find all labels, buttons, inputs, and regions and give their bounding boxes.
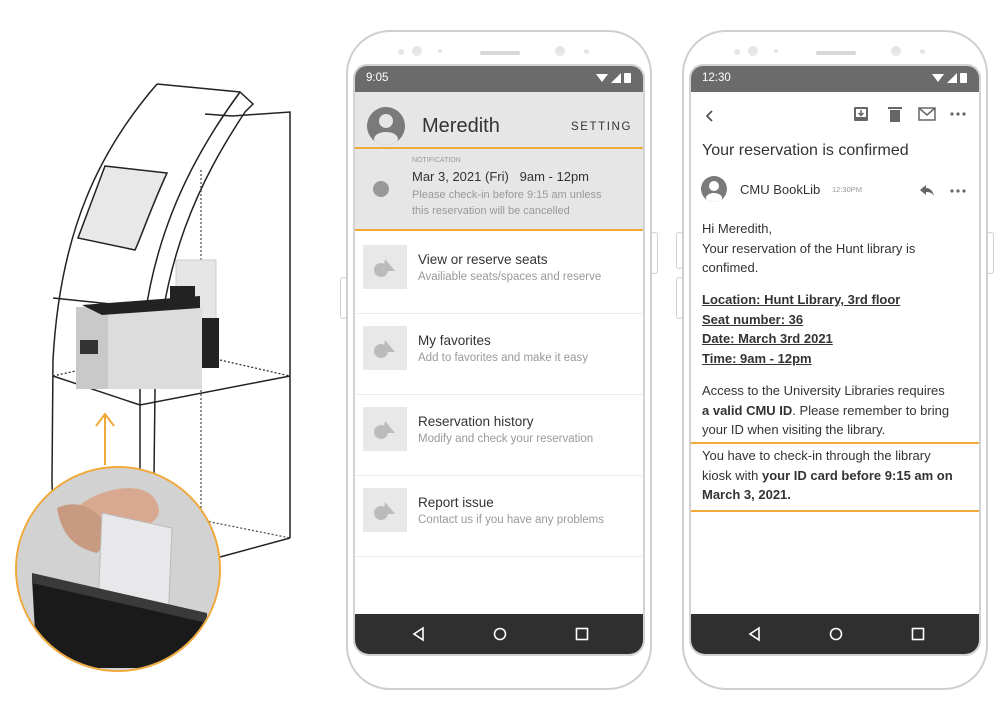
home-nav-icon[interactable] — [828, 626, 844, 642]
android-nav-bar — [691, 614, 979, 654]
checkin-paragraph: You have to check-in through the library… — [702, 446, 953, 505]
checkin-line: You have to check-in through the library — [702, 448, 931, 463]
wifi-icon — [596, 73, 608, 82]
email-subject: Your reservation is confirmed — [702, 142, 909, 159]
email-intro: Hi Meredith, Your reservation of the Hun… — [702, 219, 915, 278]
menu-item-subtitle: Contact us if you have any problems — [418, 514, 605, 526]
shapes-icon — [374, 502, 395, 520]
access-paragraph: Access to the University Libraries requi… — [702, 381, 949, 440]
back-nav-icon[interactable] — [411, 626, 427, 642]
detail-time: Time: 9am - 12pm — [702, 350, 812, 366]
user-avatar-icon[interactable] — [367, 107, 405, 145]
menu-item-report-issue[interactable]: Report issue Contact us if you have any … — [355, 475, 643, 557]
status-time: 12:30 — [702, 72, 731, 84]
notification-card[interactable]: NOTIFICATION Mar 3, 2021 (Fri) 9am - 12p… — [355, 147, 643, 231]
checkin-line: kiosk with — [702, 467, 762, 483]
battery-icon — [960, 73, 967, 83]
shapes-icon — [374, 259, 395, 277]
shapes-icon — [374, 340, 395, 358]
email-screen: 12:30 Your reservation is confirmed CMU … — [689, 64, 981, 656]
access-line: . Please remember to bring — [792, 402, 950, 418]
message-more-icon[interactable] — [950, 189, 966, 193]
more-options-icon[interactable] — [950, 112, 966, 116]
notification-title: Mar 3, 2021 (Fri) 9am - 12pm — [412, 169, 589, 184]
greeting: Hi Meredith, — [702, 221, 773, 236]
android-nav-bar — [355, 614, 643, 654]
recents-nav-icon[interactable] — [910, 626, 926, 642]
card-swipe-photo — [17, 468, 219, 670]
notification-label: NOTIFICATION — [412, 157, 461, 164]
back-arrow-icon[interactable] — [705, 109, 715, 123]
menu-item-reservation-history[interactable]: Reservation history Modify and check you… — [355, 394, 643, 476]
card-reader-closeup — [15, 466, 221, 672]
menu-item-view-reserve-seats[interactable]: View or reserve seats Availiable seats/s… — [355, 232, 643, 314]
signal-icon — [947, 72, 957, 83]
user-name: Meredith — [422, 115, 500, 137]
intro-line: confimed. — [702, 260, 759, 275]
menu-item-my-favorites[interactable]: My favorites Add to favorites and make i… — [355, 313, 643, 395]
menu-item-subtitle: Availiable seats/spaces and reserve — [418, 271, 602, 283]
app-header: Meredith SETTING — [355, 92, 643, 147]
trash-icon[interactable] — [888, 106, 902, 122]
archive-icon[interactable] — [853, 106, 869, 122]
mail-icon[interactable] — [918, 107, 936, 121]
menu-item-title: Report issue — [418, 495, 494, 510]
sender-name: CMU BookLib — [740, 182, 821, 197]
access-bold: a valid CMU ID — [702, 402, 793, 418]
sender-avatar-icon — [701, 176, 727, 202]
detail-location: Location: Hunt Library, 3rd floor — [702, 292, 901, 307]
shapes-icon — [374, 421, 395, 439]
status-bar: 12:30 — [691, 66, 979, 92]
app-screen: 9:05 Meredith SETTING NOTIFICATION Mar 3… — [353, 64, 645, 656]
back-nav-icon[interactable] — [747, 626, 763, 642]
battery-icon — [624, 73, 631, 83]
checkin-bold: your ID card before 9:15 am on — [761, 467, 953, 483]
status-bar: 9:05 — [355, 66, 643, 92]
access-line: Access to the University Libraries requi… — [702, 383, 945, 398]
recents-nav-icon[interactable] — [574, 626, 590, 642]
menu-item-title: View or reserve seats — [418, 252, 548, 267]
notification-message-1: Please check-in before 9:15 am unless — [412, 189, 602, 201]
notification-dot-icon — [373, 181, 389, 197]
menu-item-title: My favorites — [418, 333, 491, 348]
menu-item-subtitle: Add to favorites and make it easy — [418, 352, 589, 364]
signal-icon — [611, 72, 621, 83]
detail-seat: Seat number: 36 — [702, 311, 804, 327]
sent-time: 12:30PM — [832, 185, 863, 194]
checkin-bold: March 3, 2021. — [702, 487, 791, 502]
intro-line: Your reservation of the Hunt library is — [702, 240, 916, 256]
setting-button[interactable]: SETTING — [571, 121, 632, 133]
menu-item-title: Reservation history — [418, 414, 534, 429]
status-time: 9:05 — [366, 72, 389, 84]
menu-item-subtitle: Modify and check your reservation — [418, 433, 594, 445]
wifi-icon — [932, 73, 944, 82]
detail-date: Date: March 3rd 2021 — [702, 331, 833, 346]
notification-message-2: this reservation will be cancelled — [412, 205, 570, 217]
reply-icon[interactable] — [919, 184, 935, 197]
access-line: your ID when visiting the library. — [702, 422, 886, 437]
reservation-details: Location: Hunt Library, 3rd floor Seat n… — [702, 290, 900, 368]
home-nav-icon[interactable] — [492, 626, 508, 642]
